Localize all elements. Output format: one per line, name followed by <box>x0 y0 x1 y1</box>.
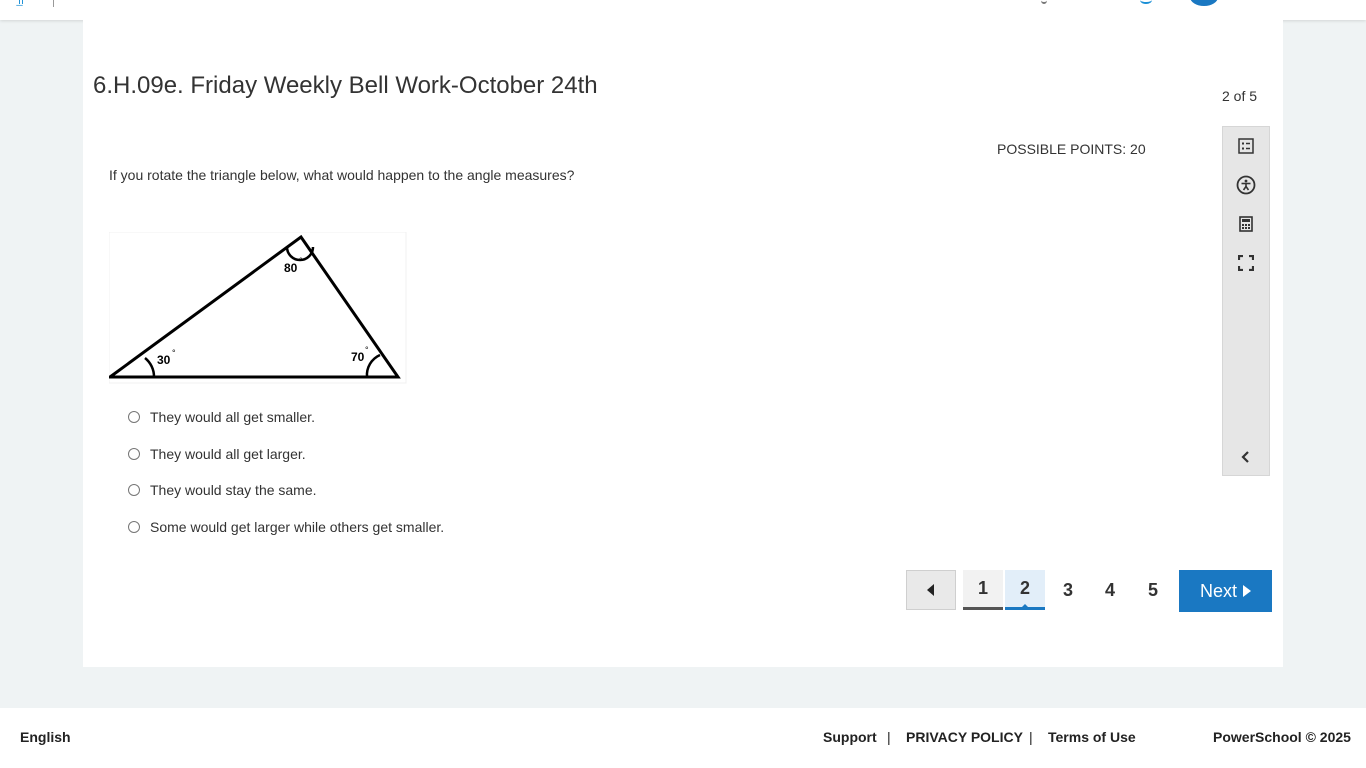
fullscreen-icon[interactable] <box>1236 253 1256 273</box>
assessment-card: 6.H.09e. Friday Weekly Bell Work-October… <box>83 20 1283 667</box>
caret-right-icon <box>1243 585 1251 597</box>
next-button-label: Next <box>1199 580 1237 601</box>
language-selector[interactable]: English <box>20 729 71 745</box>
answer-choice[interactable]: They would all get smaller. <box>128 407 444 427</box>
top-nav-bar: ı̲ı <box>0 0 1366 20</box>
angle-label-top: 80 <box>284 261 298 275</box>
avatar[interactable] <box>1190 0 1218 6</box>
collapse-chevron-left-icon[interactable] <box>1236 447 1256 467</box>
degree-mark-left: ° <box>172 348 176 358</box>
degree-mark-top: ° <box>299 256 303 266</box>
radio-button[interactable] <box>128 411 140 423</box>
nav-divider <box>53 0 54 7</box>
angle-label-right: 70 <box>351 350 365 364</box>
answer-choice-label: They would all get larger. <box>150 445 306 462</box>
copyright: PowerSchool © 2025 <box>1213 729 1351 745</box>
radio-button[interactable] <box>128 447 140 460</box>
radio-button[interactable] <box>128 520 140 533</box>
caret-left-icon <box>927 584 934 596</box>
footer: English Support | PRIVACY POLICY | Terms… <box>0 708 1366 768</box>
question-counter: 2 of 5 <box>1222 88 1258 104</box>
page-title: 6.H.09e. Friday Weekly Bell Work-October… <box>93 72 598 99</box>
page-link-4[interactable]: 4 <box>1090 570 1130 610</box>
question-list-icon[interactable] <box>1236 136 1256 156</box>
support-link[interactable]: Support <box>823 729 877 745</box>
answer-choice[interactable]: Some would get larger while others get s… <box>128 517 444 537</box>
question-prompt: If you rotate the triangle below, what w… <box>109 167 575 183</box>
radio-button[interactable] <box>128 484 140 496</box>
triangle-diagram: 80 ° 30 ° 70 ° <box>105 231 407 384</box>
page-link-2[interactable]: 2 <box>1005 570 1045 610</box>
possible-points: POSSIBLE POINTS: 20 <box>997 141 1146 157</box>
answer-choices: They would all get smaller. They would a… <box>128 407 444 553</box>
footer-separator: | <box>1029 729 1033 745</box>
page-link-label: 2 <box>1019 578 1030 598</box>
accessibility-icon[interactable] <box>1236 175 1256 195</box>
next-button[interactable]: Next <box>1179 570 1272 612</box>
triangle-figure: 80 ° 30 ° 70 ° <box>105 231 407 384</box>
answer-choice-label: They would all get smaller. <box>150 409 315 425</box>
answer-choice-label: Some would get larger while others get s… <box>150 518 445 535</box>
page-link-1[interactable]: 1 <box>963 570 1003 610</box>
footer-separator: | <box>887 729 891 745</box>
answer-choice[interactable]: They would all get larger. <box>128 444 444 464</box>
terms-of-use-link[interactable]: Terms of Use <box>1048 729 1136 745</box>
page-link-5[interactable]: 5 <box>1133 570 1173 610</box>
answer-choice[interactable]: They would stay the same. <box>128 480 444 500</box>
help-icon[interactable] <box>1140 0 1152 4</box>
degree-mark-right: ° <box>365 345 369 355</box>
current-page-indicator <box>1021 604 1029 608</box>
page-link-3[interactable]: 3 <box>1048 570 1088 610</box>
angle-label-left: 30 <box>157 353 171 367</box>
answer-choice-label: They would stay the same. <box>150 482 317 498</box>
app-logo-icon[interactable]: ı̲ı <box>18 0 28 7</box>
tools-panel <box>1222 126 1270 476</box>
search-icon[interactable] <box>1041 0 1047 4</box>
calculator-icon[interactable] <box>1236 214 1256 234</box>
previous-button[interactable] <box>906 570 956 610</box>
privacy-policy-link[interactable]: PRIVACY POLICY <box>906 729 1023 745</box>
